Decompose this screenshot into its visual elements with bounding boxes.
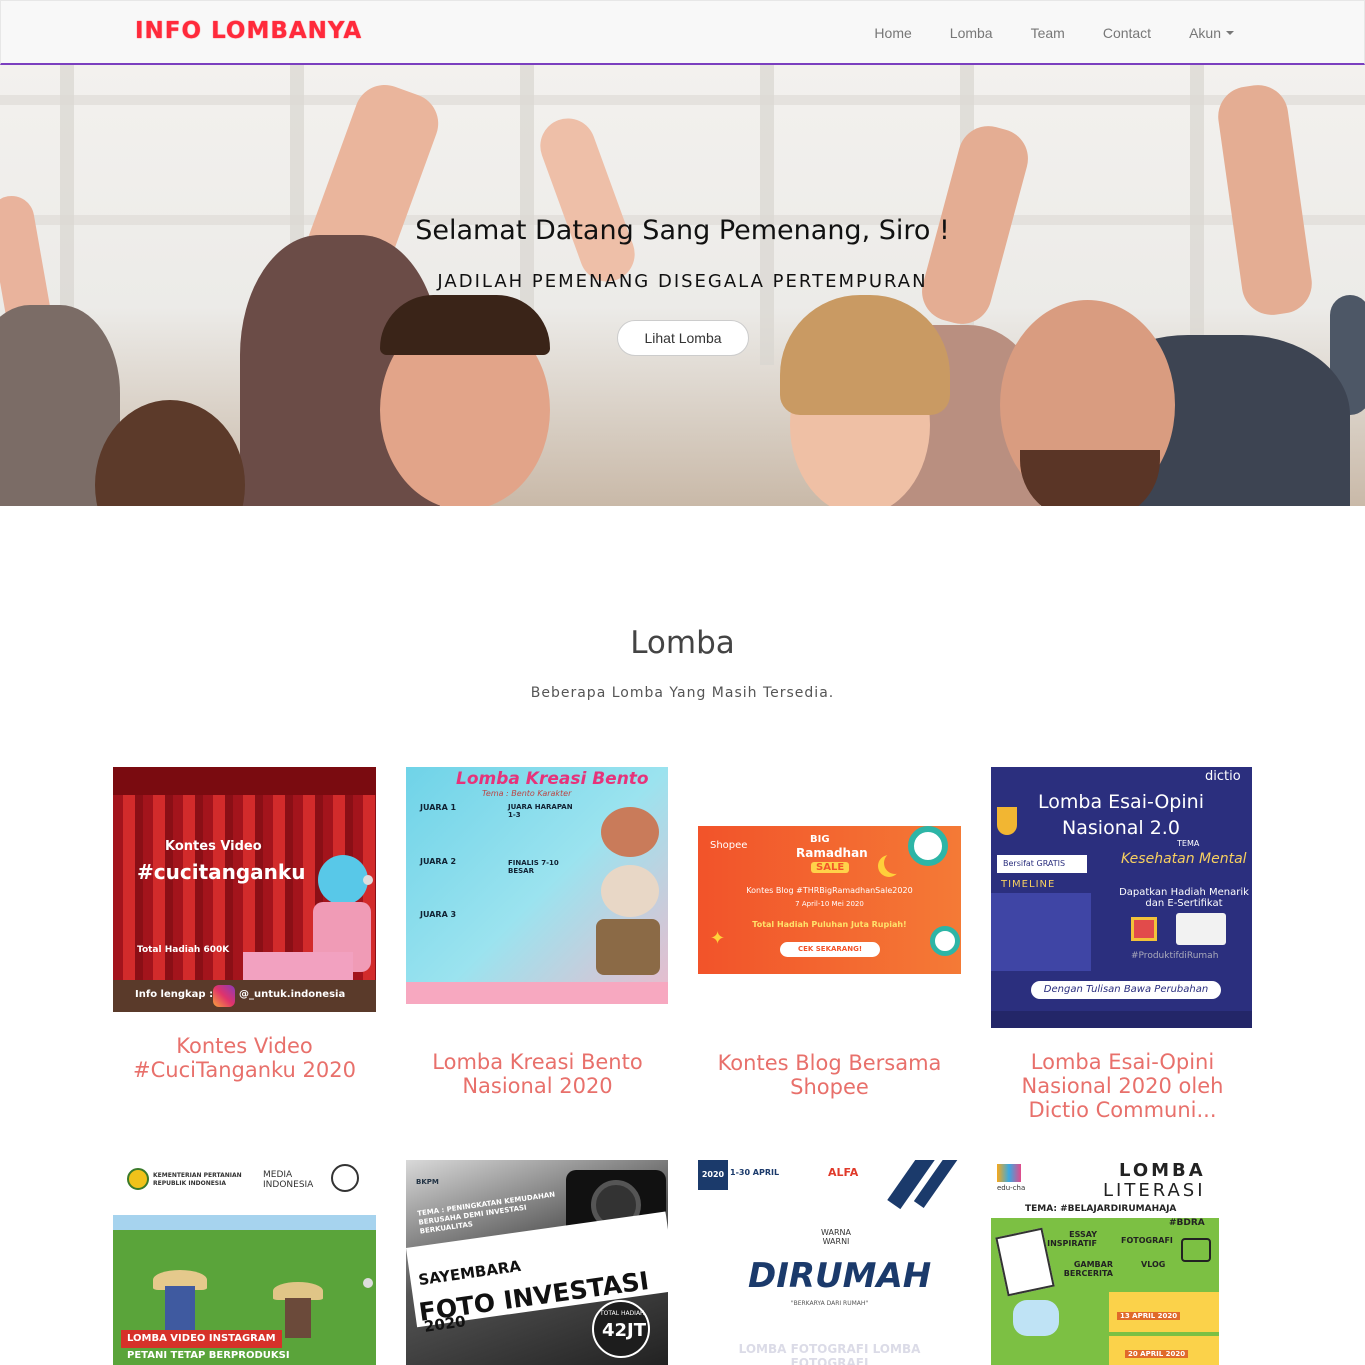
hero-title: Selamat Datang Sang Pemenang, Siro ! (415, 215, 950, 246)
lensa-logo (331, 1164, 359, 1192)
trophy-icon (997, 807, 1017, 835)
alfa-logo: ALFA (828, 1166, 859, 1179)
bento-photo (601, 865, 659, 917)
lihat-lomba-button[interactable]: Lihat Lomba (617, 320, 749, 356)
contest-title[interactable]: Kontes Video #CuciTanganku 2020 (113, 1034, 376, 1082)
contest-poster-image[interactable]: edu-cha LOMBA LITERASI TEMA: #BELAJARDIR… (991, 1160, 1219, 1365)
bento-photo (601, 807, 659, 857)
nav-contact[interactable]: Contact (1103, 25, 1151, 41)
carousel-next-icon[interactable] (363, 1278, 373, 1288)
contest-title[interactable]: Lomba Esai-Opini Nasional 2020 oleh Dict… (991, 1050, 1254, 1122)
kementan-logo (127, 1168, 149, 1190)
bkpm-logo: BKPM (416, 1178, 439, 1186)
nav-lomba[interactable]: Lomba (950, 25, 993, 41)
nav-home[interactable]: Home (874, 25, 911, 41)
navbar: INFO LOMBANYA Home Lomba Team Contact Ak… (0, 0, 1365, 65)
hero-banner: Selamat Datang Sang Pemenang, Siro ! JAD… (0, 65, 1365, 506)
educha-logo (997, 1164, 1021, 1182)
section-subtitle: Beberapa Lomba Yang Masih Tersedia. (530, 685, 835, 701)
bento-photo (596, 919, 660, 975)
caret-down-icon (1226, 30, 1234, 35)
contest-title[interactable]: Lomba Kreasi Bento Nasional 2020 (406, 1050, 669, 1098)
mask-illustration (1013, 1300, 1059, 1336)
nav-akun-label: Akun (1189, 24, 1221, 41)
nav-team[interactable]: Team (1031, 25, 1065, 41)
instagram-icon (213, 985, 235, 1007)
contest-poster-image[interactable]: dictio Lomba Esai-Opini Nasional 2.0 Ber… (991, 767, 1252, 1028)
nav-menu: Home Lomba Team Contact Akun (836, 1, 1234, 64)
contest-poster-image[interactable]: Kontes Video #cucitanganku Total Hadiah … (113, 767, 376, 1012)
shopee-logo: Shopee (710, 840, 748, 851)
nav-akun-dropdown[interactable]: Akun (1189, 25, 1234, 41)
ornament-icon (908, 826, 948, 866)
hero-content: Selamat Datang Sang Pemenang, Siro ! JAD… (0, 65, 1365, 506)
brand-logo[interactable]: INFO LOMBANYA (135, 18, 362, 44)
cartoon-kid-illustration (318, 855, 368, 905)
certificate-icon (1176, 913, 1226, 945)
ornament-icon (930, 926, 960, 956)
gift-icon (1131, 917, 1157, 941)
contest-title[interactable]: Kontes Blog Bersama Shopee (698, 1051, 961, 1099)
checklist-illustration (995, 1227, 1055, 1297)
section-title: Lomba (630, 625, 735, 661)
contest-poster-image[interactable]: BKPM TEMA : PENINGKATAN KEMUDAHAN BERUSA… (406, 1160, 668, 1365)
contest-poster-image[interactable]: Shopee BIG Ramadhan SALE Kontes Blog #TH… (698, 826, 961, 974)
carousel-next-icon[interactable] (363, 875, 373, 885)
moon-icon (884, 852, 906, 874)
contest-poster-image[interactable]: KEMENTERIAN PERTANIAN REPUBLIK INDONESIA… (113, 1160, 376, 1365)
hero-subtitle: JADILAH PEMENANG DISEGALA PERTEMPURAN (437, 271, 928, 292)
contest-poster-image[interactable]: 2020 1-30 APRIL ALFA WARNA WARNI DIRUMAH… (698, 1160, 961, 1365)
contest-poster-image[interactable]: Lomba Kreasi Bento Tema : Bento Karakter… (406, 767, 668, 1028)
star-icon: ✦ (710, 928, 726, 949)
camera-icon (1181, 1238, 1211, 1262)
